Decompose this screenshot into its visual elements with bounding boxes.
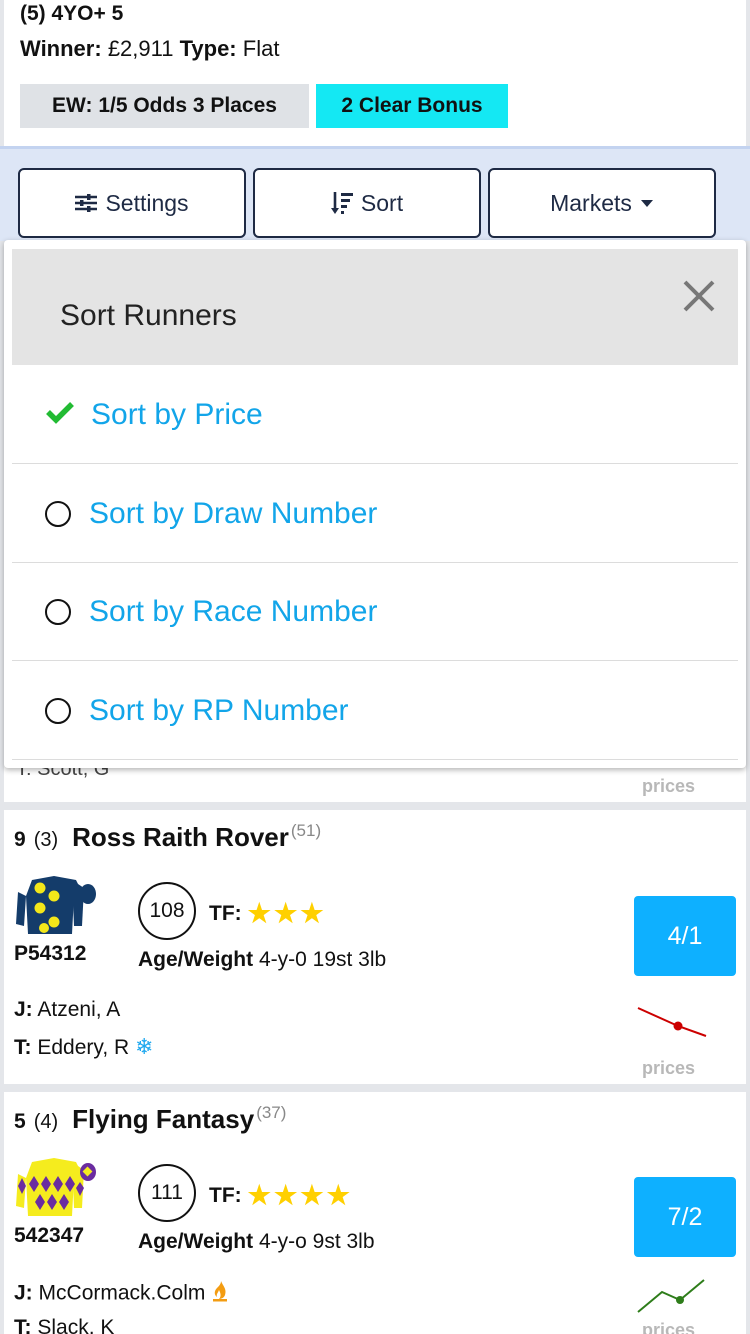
trainer: T: Slack, K [14,1316,114,1334]
jockey-silks-icon [14,1156,100,1220]
rp-rating: 108 [138,882,196,940]
runner-draw: (3) [33,829,59,851]
sort-amount-down-icon [330,191,353,215]
age-weight-value: 4-y-o 9st 3lb [258,1230,375,1253]
odds-button[interactable]: 7/2 [634,1177,736,1257]
runner-header: 5 (4) Flying Fantasy (37) [14,1103,287,1135]
runner-card: 9 (3) Ross Raith Rover (51) P54312 108 T… [4,810,746,1084]
sort-option-race-number[interactable]: Sort by Race Number [12,563,738,661]
runner-card: 5 (4) Flying Fantasy (37) 542347 111 TF:… [4,1092,746,1334]
page: (5) 4YO+ 5 Winner: £2,911 Type: Flat EW:… [0,0,750,1334]
price-trend-chart[interactable] [634,1276,710,1320]
sort-option-label: Sort by Draw Number [89,496,378,530]
type-value: Flat [242,36,280,61]
winner-value: £2,911 [107,36,174,61]
radio-button[interactable] [45,598,71,625]
race-header: (5) 4YO+ 5 Winner: £2,911 Type: Flat EW:… [4,0,746,146]
sort-option-label: Sort by Race Number [89,594,378,628]
markets-button[interactable]: Markets [488,168,716,238]
runner-name[interactable]: Ross Raith Rover [72,822,289,853]
winner-label: Winner: [20,36,102,61]
race-info: Winner: £2,911 Type: Flat [20,36,279,62]
star-rating: ★★★★ [247,1180,353,1210]
tf-label: TF: [209,1183,242,1207]
age-weight: Age/Weight 4-y-o 9st 3lb [138,1230,375,1254]
sort-option-label: Sort by RP Number [89,693,349,727]
close-icon[interactable] [682,279,716,313]
runner-number: 9 [14,828,26,851]
runner-rating: (37) [256,1103,287,1122]
sort-option-draw-number[interactable]: Sort by Draw Number [12,465,738,563]
runner-name[interactable]: Flying Fantasy [72,1104,254,1135]
race-title: (5) 4YO+ 5 [20,2,124,25]
each-way-badge: EW: 1/5 Odds 3 Places [20,84,309,128]
sort-option-label: Sort by Price [91,397,263,431]
radio-button[interactable] [45,500,71,527]
form-code: P54312 [14,942,87,965]
age-weight-value: 4-y-0 19st 3lb [258,948,387,971]
prices-label[interactable]: prices [642,776,695,797]
form-code: 542347 [14,1224,85,1247]
toolbar: Settings Sort Markets [0,146,750,241]
trainer-label: T: [14,1316,32,1334]
sliders-icon [75,193,98,213]
trainer-name: Slack, K [37,1316,115,1334]
flame-icon [211,1280,229,1308]
jockey-label: J: [14,998,33,1021]
checkmark-icon [45,400,75,429]
sort-option-rp-number[interactable]: Sort by RP Number [12,662,738,760]
star-rating: ★★★ [247,898,327,928]
jockey-label: J: [14,1281,33,1305]
tf-label: TF: [209,901,242,925]
topspeed-rating: TF: ★★★★ [209,1180,353,1211]
jockey: J: McCormack.Colm [14,1280,229,1308]
caret-down-icon [640,198,654,208]
jockey-name: Atzeni, A [37,998,121,1021]
settings-label: Settings [105,189,189,216]
price-trend-chart[interactable] [634,1000,710,1044]
topspeed-rating: TF: ★★★ [209,898,327,929]
runner-draw: (4) [33,1111,59,1133]
trainer-name: Eddery, R [37,1036,130,1059]
bonus-badge: 2 Clear Bonus [316,84,508,128]
settings-button[interactable]: Settings [18,168,246,238]
type-label: Type: [179,36,237,61]
trainer-label: T: [14,1036,32,1059]
odds-button[interactable]: 4/1 [634,896,736,976]
runner-number: 5 [14,1110,26,1133]
trainer: T: Eddery, R ❄ [14,1034,153,1060]
prices-label[interactable]: prices [642,1058,695,1079]
markets-label: Markets [550,189,632,216]
age-weight-label: Age/Weight [138,1230,254,1253]
jockey: J: Atzeni, A [14,998,120,1022]
sort-option-price[interactable]: Sort by Price [12,366,738,464]
sort-label: Sort [360,189,404,216]
sort-runners-dialog: Sort Runners Sort by Price Sort by Draw … [4,240,746,768]
radio-button[interactable] [45,697,71,724]
jockey-silks-icon [14,874,100,938]
sort-button[interactable]: Sort [253,168,481,238]
dialog-header: Sort Runners [12,249,738,365]
age-weight: Age/Weight 4-y-0 19st 3lb [138,948,386,972]
runner-rating: (51) [290,821,322,840]
runner-header: 9 (3) Ross Raith Rover (51) [14,821,322,853]
rp-rating: 111 [138,1164,196,1222]
snowflake-icon: ❄ [135,1034,154,1059]
jockey-name: McCormack.Colm [38,1281,206,1305]
prices-label[interactable]: prices [642,1320,695,1334]
dialog-title: Sort Runners [60,299,237,332]
age-weight-label: Age/Weight [138,948,254,971]
